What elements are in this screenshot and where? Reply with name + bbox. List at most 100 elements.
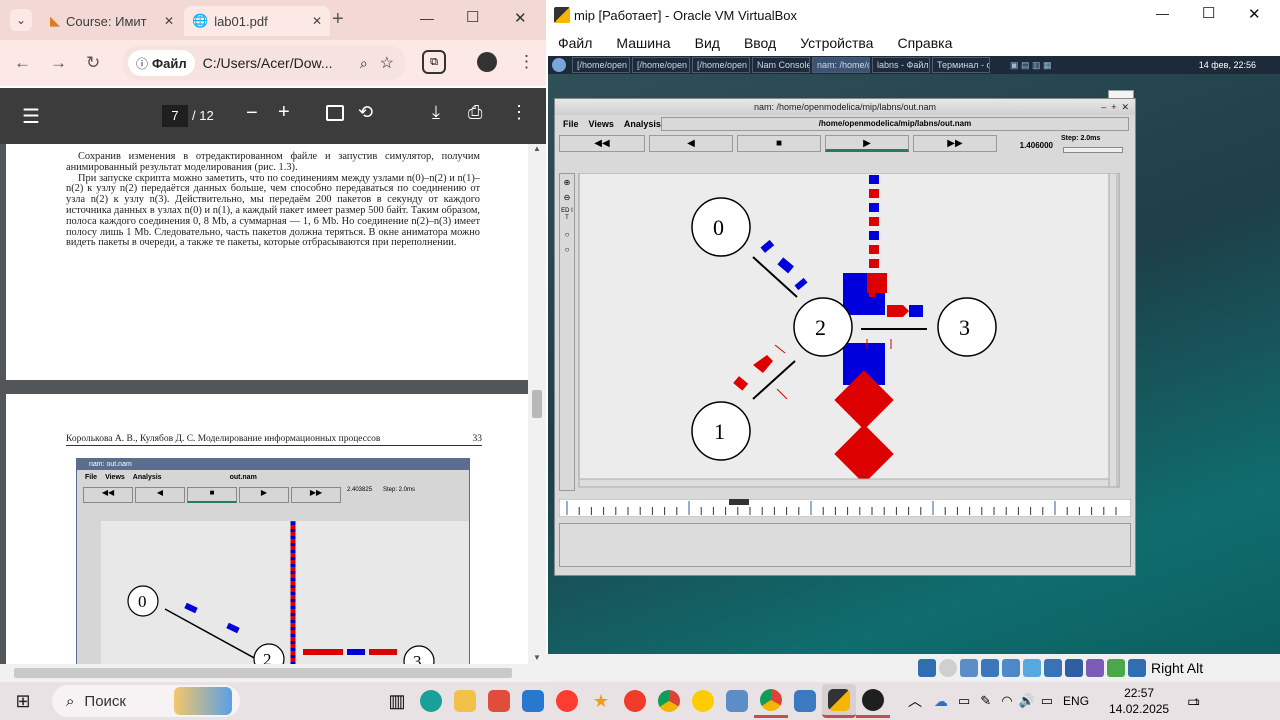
horizontal-scrollbar[interactable] <box>0 664 546 682</box>
extensions-icon[interactable]: ⧉ <box>422 50 446 74</box>
speaker-device-icon[interactable]: ▭ <box>958 693 970 709</box>
start-button[interactable]: ⊞ <box>6 684 40 718</box>
menu-input[interactable]: Ввод <box>732 30 788 56</box>
site-info-chip[interactable]: ⓘ Файл <box>128 50 195 76</box>
guest-task[interactable]: [/home/open <box>632 57 690 73</box>
nam-menu-views[interactable]: Views <box>589 119 614 129</box>
guest-task[interactable]: [/home/open <box>692 57 750 73</box>
avatar[interactable] <box>477 52 497 72</box>
network-icon[interactable] <box>981 659 999 677</box>
pen-icon[interactable]: ✎ <box>980 693 991 709</box>
shared-folder-icon[interactable] <box>1023 659 1041 677</box>
scroll-down-icon[interactable]: ▼ <box>528 653 546 662</box>
guest-display[interactable]: [/home/open [/home/open [/home/open Nam … <box>548 56 1280 654</box>
maximize-button[interactable]: ☐ <box>1202 4 1215 22</box>
clock[interactable]: 22:57 14.02.2025 <box>1109 685 1169 717</box>
address-bar[interactable]: ⓘ Файл C:/Users/Acer/Dow... ⌕ ☆ <box>122 46 406 80</box>
guest-task[interactable]: Nam Console ... <box>752 57 810 73</box>
zoom-icon[interactable]: ⌕ <box>360 55 368 72</box>
virtualbox-icon[interactable] <box>822 684 856 718</box>
edge-icon[interactable] <box>414 684 448 718</box>
close-icon[interactable]: ✕ <box>312 14 322 28</box>
zoom-out-icon[interactable]: − <box>246 102 258 125</box>
hdd-icon[interactable] <box>918 659 936 677</box>
timeline-thumb[interactable] <box>729 499 749 505</box>
download-icon[interactable]: ⤓ <box>432 102 440 123</box>
stop-button[interactable]: ■ <box>737 135 821 152</box>
edit-label[interactable]: ED IT <box>560 208 574 222</box>
yandex-music-icon[interactable] <box>686 684 720 718</box>
recording-icon[interactable] <box>1065 659 1083 677</box>
timeline-slider[interactable] <box>559 499 1131 517</box>
close-button[interactable]: ✕ <box>1248 5 1261 23</box>
volume-icon[interactable]: 🔊 <box>1019 693 1035 709</box>
canvas-hscroll[interactable] <box>578 478 1110 488</box>
minimize-button[interactable]: — <box>1156 6 1169 21</box>
mouse-icon[interactable] <box>1128 659 1146 677</box>
menu-machine[interactable]: Машина <box>604 30 682 56</box>
node-0[interactable]: 0 <box>691 197 751 257</box>
cloud-icon[interactable]: ☁ <box>934 693 948 710</box>
zoom-out-icon[interactable]: ⊖ <box>560 193 574 202</box>
tab-course[interactable]: ◣ Course: Имит ✕ <box>42 6 182 36</box>
zoom-in-icon[interactable]: ⊕ <box>560 178 574 187</box>
chrome-active-icon[interactable] <box>754 684 788 718</box>
box-app-icon[interactable] <box>788 684 822 718</box>
bookmark-star-icon[interactable]: ☆ <box>380 53 394 73</box>
reload-icon[interactable]: ↻ <box>86 53 100 73</box>
tab-search-button[interactable]: ⌄ <box>10 9 32 31</box>
zoom-in-icon[interactable]: + <box>278 101 290 124</box>
scroll-thumb[interactable] <box>532 390 542 418</box>
forward-icon[interactable]: → <box>50 53 67 73</box>
node-2[interactable]: 2 <box>793 297 853 357</box>
chrome-icon[interactable] <box>652 684 686 718</box>
fast-forward-button[interactable]: ▶▶ <box>913 135 997 152</box>
menu-file[interactable]: Файл <box>546 30 604 56</box>
network-icon[interactable]: ◠ <box>1001 693 1012 709</box>
tray-chevron-icon[interactable]: ︿ <box>908 691 922 711</box>
menu-view[interactable]: Вид <box>683 30 732 56</box>
search-box[interactable]: ⌕ Поиск <box>52 685 240 717</box>
node-1[interactable]: 1 <box>691 401 751 461</box>
guest-task[interactable]: Терминал - o... <box>932 57 990 73</box>
scroll-thumb[interactable] <box>14 668 512 678</box>
circle-icon[interactable]: ○ <box>560 230 574 239</box>
new-tab-button[interactable]: + <box>332 8 344 31</box>
menu-help[interactable]: Справка <box>885 30 964 56</box>
mail-icon[interactable] <box>516 684 550 718</box>
guest-task[interactable]: [/home/open <box>572 57 630 73</box>
rotate-icon[interactable]: ⟲ <box>358 102 373 123</box>
guest-task[interactable]: labns - Файло... <box>872 57 930 73</box>
obs-icon[interactable] <box>856 684 890 718</box>
guest-task[interactable]: nam: /home/o... <box>812 57 870 73</box>
battery-icon[interactable]: ▭ <box>1041 693 1053 709</box>
step-slider[interactable] <box>1063 147 1123 153</box>
nam-window-buttons[interactable]: – + ✕ <box>1101 99 1129 115</box>
scroll-up-icon[interactable]: ▲ <box>528 144 546 153</box>
close-icon[interactable]: ✕ <box>164 14 174 28</box>
menu-devices[interactable]: Устройства <box>788 30 885 56</box>
task-view-icon[interactable]: ▥ <box>380 684 414 718</box>
display-icon[interactable] <box>1044 659 1062 677</box>
nam-menu-analysis[interactable]: Analysis <box>624 119 661 129</box>
back-icon[interactable]: ← <box>14 53 31 73</box>
cpu-icon[interactable] <box>1086 659 1104 677</box>
menu-icon[interactable]: ⋮ <box>518 52 535 72</box>
hamburger-icon[interactable]: ☰ <box>22 104 40 129</box>
yandex-icon[interactable] <box>618 684 652 718</box>
language-indicator[interactable]: ENG <box>1063 694 1089 708</box>
canvas-vscroll[interactable] <box>1108 173 1118 488</box>
page-number-input[interactable]: 7 <box>162 105 188 127</box>
store-icon[interactable] <box>482 684 516 718</box>
nam-canvas[interactable]: 0 1 2 3 <box>577 173 1123 493</box>
fit-page-icon[interactable] <box>326 105 344 121</box>
nam-menu-file[interactable]: File <box>563 119 579 129</box>
rewind-button[interactable]: ◀◀ <box>559 135 645 152</box>
pdf-viewer[interactable]: Сохранив изменения в отредактированном ф… <box>0 144 546 682</box>
node-3[interactable]: 3 <box>937 297 997 357</box>
play-button[interactable]: ▶ <box>825 135 909 152</box>
maximize-button[interactable]: ☐ <box>466 8 479 26</box>
print-icon[interactable]: ⎙ <box>468 102 482 123</box>
yandex-browser-icon[interactable] <box>550 684 584 718</box>
step-back-button[interactable]: ◀ <box>649 135 733 152</box>
